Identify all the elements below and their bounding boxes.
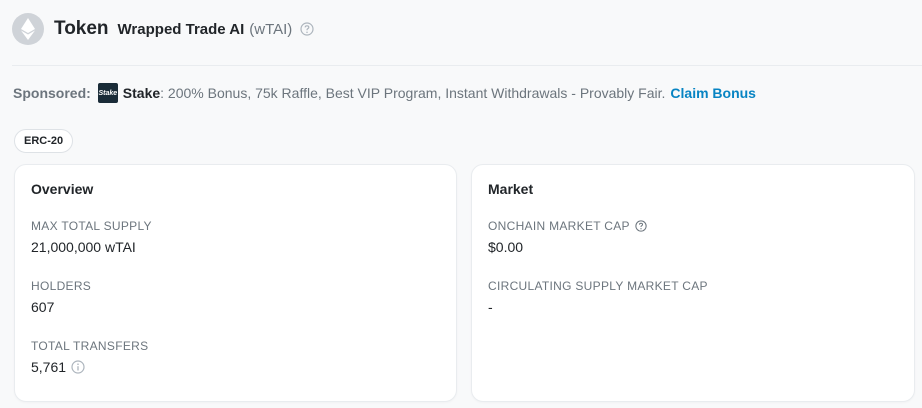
stake-logo-text: Stake — [98, 89, 118, 97]
total-transfers-value: 5,761 — [31, 359, 67, 375]
circulating-supply-market-cap-label: CIRCULATING SUPPLY MARKET CAP — [488, 279, 708, 293]
market-title: Market — [488, 181, 534, 197]
question-circle-icon[interactable] — [635, 220, 647, 232]
ethereum-icon — [12, 13, 44, 45]
max-total-supply-value: 21,000,000 wTAI — [31, 239, 136, 255]
erc20-badge[interactable]: ERC-20 — [14, 129, 74, 153]
claim-bonus-link[interactable]: Claim Bonus — [670, 85, 756, 101]
page-title: Token — [54, 18, 109, 39]
token-symbol: (wTAI) — [249, 20, 293, 38]
total-transfers-field: TOTAL TRANSFERS 5,761 — [31, 339, 148, 375]
total-transfers-label: TOTAL TRANSFERS — [31, 339, 149, 353]
token-header: Token Wrapped Trade AI (wTAI) — [0, 0, 922, 58]
onchain-market-cap-field: ONCHAIN MARKET CAP $0.00 — [488, 219, 647, 255]
total-transfers-row: 5,761 — [31, 359, 148, 375]
token-name: Wrapped Trade AI — [117, 20, 245, 38]
holders-label: HOLDERS — [31, 279, 92, 293]
sponsored-banner: Sponsored: Stake Stake : 200% Bonus, 75k… — [13, 82, 756, 104]
circulating-supply-market-cap-field: CIRCULATING SUPPLY MARKET CAP - — [488, 279, 708, 315]
sponsored-label: Sponsored: — [13, 85, 91, 101]
holders-field: HOLDERS 607 — [31, 279, 91, 315]
max-total-supply-field: MAX TOTAL SUPPLY 21,000,000 wTAI — [31, 219, 152, 255]
onchain-market-cap-value: $0.00 — [488, 239, 524, 255]
holders-value: 607 — [31, 299, 55, 315]
header-divider — [12, 65, 922, 66]
circulating-supply-market-cap-value: - — [488, 299, 493, 315]
stake-logo[interactable]: Stake — [97, 83, 118, 103]
onchain-market-cap-label: ONCHAIN MARKET CAP — [488, 219, 630, 233]
sponsor-message: : 200% Bonus, 75k Raffle, Best VIP Progr… — [160, 85, 666, 101]
info-circle-icon[interactable] — [71, 360, 85, 374]
max-total-supply-label: MAX TOTAL SUPPLY — [31, 219, 152, 233]
sponsor-brand: Stake — [122, 85, 161, 101]
onchain-market-cap-label-row: ONCHAIN MARKET CAP — [488, 219, 647, 233]
question-circle-icon[interactable] — [300, 22, 314, 36]
overview-card: Overview MAX TOTAL SUPPLY 21,000,000 wTA… — [14, 164, 457, 402]
overview-title: Overview — [31, 181, 94, 197]
market-card: Market ONCHAIN MARKET CAP $0.00 CIRCULAT… — [471, 164, 915, 402]
